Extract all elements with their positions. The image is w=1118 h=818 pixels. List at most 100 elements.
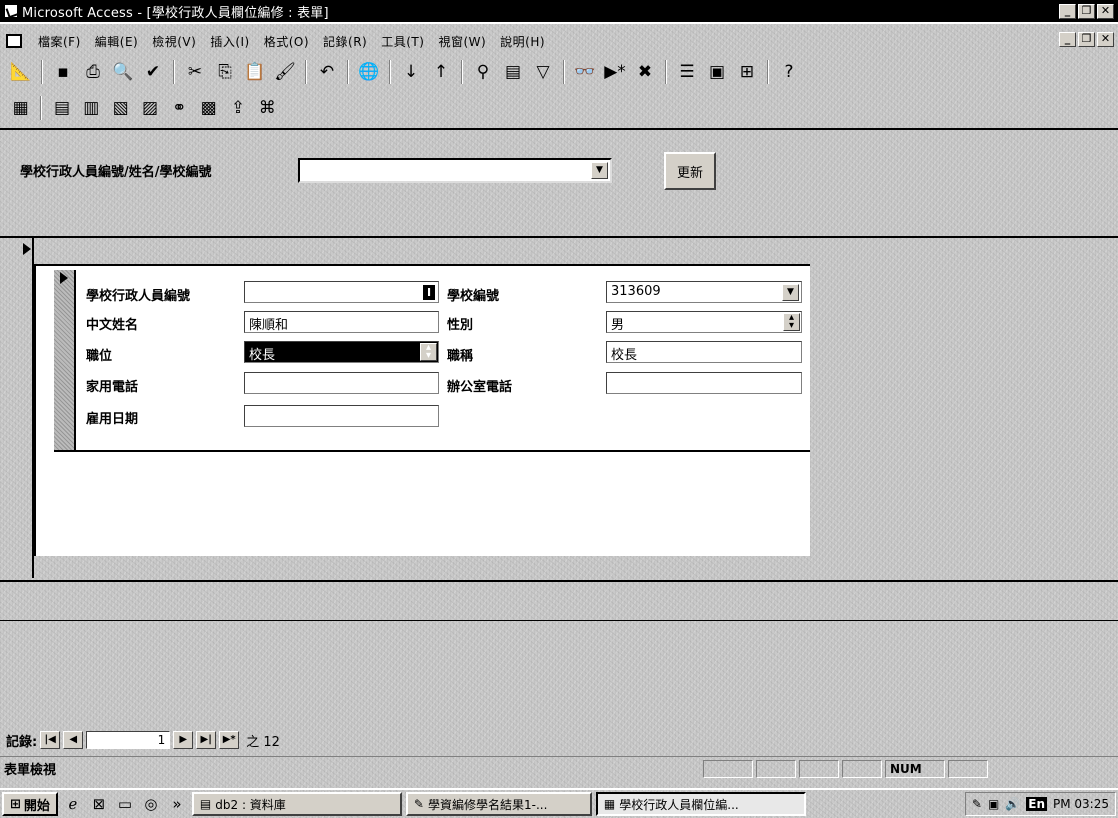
task-staff-form[interactable]: ▦ 學校行政人員欄位編... [595, 792, 806, 816]
help-icon[interactable]: ? [776, 59, 802, 85]
status-panel-1 [703, 759, 753, 778]
doc-minimize-icon[interactable]: _ [1059, 32, 1076, 47]
desktop-icon[interactable]: ▭ [114, 793, 136, 815]
refresh-button[interactable]: 更新 [664, 152, 716, 190]
network-icon[interactable]: ▣ [988, 797, 999, 811]
spelling-icon[interactable]: ✔ [140, 59, 166, 85]
menu-edit[interactable]: 編輯(E) [93, 33, 140, 50]
sort-descending-icon[interactable]: ↑ [428, 59, 454, 85]
task-db2-label: db2 : 資料庫 [215, 797, 286, 812]
ie-icon[interactable]: ℯ [62, 793, 84, 815]
report-icon[interactable]: ▤ [49, 95, 74, 121]
office-links-icon[interactable]: ⌘ [255, 95, 280, 121]
database-window-icon[interactable]: ▣ [704, 59, 730, 85]
menu-records[interactable]: 記錄(R) [321, 33, 369, 50]
home-phone-label: 家用電話 [86, 380, 139, 395]
filter-by-selection-icon[interactable]: ⚲ [470, 59, 496, 85]
subform-record-selector[interactable] [54, 270, 76, 450]
relationships-icon[interactable]: ⚭ [167, 95, 192, 121]
search-label: 學校行政人員編號/姓名/學校編號 [20, 165, 212, 180]
quicklaunch-more-icon[interactable]: » [166, 793, 188, 815]
doc-close-icon[interactable]: ✕ [1097, 32, 1114, 47]
position-field[interactable]: 校長 ▴ ▾ [244, 341, 439, 363]
school-id-label: 學校編號 [447, 289, 500, 304]
header-separator [0, 236, 1118, 238]
properties-icon[interactable]: ☰ [674, 59, 700, 85]
new-object-icon[interactable]: ⊞ [734, 59, 760, 85]
staff-id-field[interactable]: I [244, 281, 439, 303]
paste-icon[interactable]: 📋 [242, 59, 268, 85]
office-phone-field[interactable] [606, 372, 802, 394]
doc-restore-icon[interactable]: ❐ [1078, 32, 1095, 47]
save-icon[interactable]: ▪ [50, 59, 76, 85]
window-title: Microsoft Access - [學校行政人員欄位編修 : 表單] [22, 5, 329, 21]
school-id-dropdown-icon[interactable]: ▼ [782, 284, 799, 301]
delete-record-icon[interactable]: ✖ [632, 59, 658, 85]
subform-current-record-icon [60, 272, 68, 284]
close-icon[interactable]: ✕ [1097, 4, 1114, 19]
channels-icon[interactable]: ◎ [140, 793, 162, 815]
sort-ascending-icon[interactable]: ↓ [398, 59, 424, 85]
gender-field[interactable]: 男 ▴ ▾ [606, 311, 802, 333]
windows-logo-icon: ⊞ [10, 796, 21, 812]
school-id-field[interactable]: 313609 ▼ [606, 281, 802, 303]
menu-file[interactable]: 檔案(F) [36, 33, 83, 50]
menu-tools[interactable]: 工具(T) [379, 33, 426, 50]
form-document-icon[interactable] [6, 34, 22, 48]
home-phone-field[interactable] [244, 372, 439, 394]
form-icon[interactable]: ▦ [8, 95, 33, 121]
publish-icon[interactable]: ⇪ [225, 95, 250, 121]
find-icon[interactable]: 👓 [572, 59, 598, 85]
format-painter-icon[interactable]: 🖌 [272, 59, 298, 85]
copy-icon[interactable]: ⎘ [212, 59, 238, 85]
pen-icon[interactable]: ✎ [972, 797, 982, 811]
menu-view[interactable]: 檢視(V) [150, 33, 198, 50]
title-field[interactable]: 校長 [606, 341, 802, 363]
restore-icon[interactable]: ❐ [1078, 4, 1095, 19]
task-db2[interactable]: ▤ db2 : 資料庫 [191, 792, 402, 816]
menu-insert[interactable]: 插入(I) [208, 33, 251, 50]
access-app-icon[interactable] [4, 4, 18, 18]
new-record-icon[interactable]: ▶* [602, 59, 628, 85]
hire-date-field[interactable] [244, 405, 439, 427]
chevron-down-icon[interactable]: ▼ [591, 162, 608, 179]
status-panel-2 [756, 759, 796, 778]
last-record-icon[interactable]: ▶| [196, 731, 217, 749]
task-query-result[interactable]: ✎ 學資編修學名結果1-... [405, 792, 592, 816]
analyze-icon[interactable]: ▩ [196, 95, 221, 121]
taskbar: ⊞ 開始 ℯ ⊠ ▭ ◎ » ▤ db2 : 資料庫 ✎ 學資編修學名結果1-.… [0, 788, 1118, 818]
module-icon[interactable]: ▨ [137, 95, 162, 121]
hyperlink-icon[interactable]: 🌐 [356, 59, 382, 85]
menu-help[interactable]: 說明(H) [498, 33, 547, 50]
search-combo[interactable]: ▼ [298, 158, 612, 183]
first-record-icon[interactable]: |◀ [40, 731, 61, 749]
filter-by-form-icon[interactable]: ▤ [500, 59, 526, 85]
print-preview-icon[interactable]: 🔍 [110, 59, 136, 85]
ime-indicator[interactable]: En [1026, 797, 1047, 811]
position-spin-icon[interactable]: ▴ ▾ [420, 343, 437, 361]
cut-icon[interactable]: ✂ [182, 59, 208, 85]
database-icon: ▤ [199, 797, 212, 811]
record-navigator: 記錄: |◀ ◀ 1 ▶ ▶| ▶* 之 12 [0, 728, 280, 752]
macro-icon[interactable]: ▧ [108, 95, 133, 121]
print-icon[interactable]: ⎙ [80, 59, 106, 85]
undo-icon[interactable]: ↶ [314, 59, 340, 85]
new-record-nav-icon[interactable]: ▶* [219, 731, 240, 749]
staff-id-label: 學校行政人員編號 [86, 289, 191, 304]
record-number-input[interactable]: 1 [86, 731, 171, 749]
minimize-icon[interactable]: _ [1059, 4, 1076, 19]
menu-format[interactable]: 格式(O) [262, 33, 311, 50]
apply-filter-icon[interactable]: ▽ [530, 59, 556, 85]
design-view-icon[interactable]: 📐 [8, 59, 34, 85]
start-button[interactable]: ⊞ 開始 [2, 792, 58, 816]
gender-spin-icon[interactable]: ▴ ▾ [783, 313, 800, 331]
outlook-icon[interactable]: ⊠ [88, 793, 110, 815]
volume-icon[interactable]: 🔊 [1005, 797, 1020, 811]
prev-record-icon[interactable]: ◀ [63, 731, 84, 749]
next-record-icon[interactable]: ▶ [173, 731, 194, 749]
menu-window[interactable]: 視窗(W) [436, 33, 488, 50]
gender-value: 男 [611, 318, 625, 333]
name-field[interactable]: 陳順和 [244, 311, 439, 333]
task-staff-label: 學校行政人員欄位編... [619, 797, 739, 812]
query-icon[interactable]: ▥ [79, 95, 104, 121]
